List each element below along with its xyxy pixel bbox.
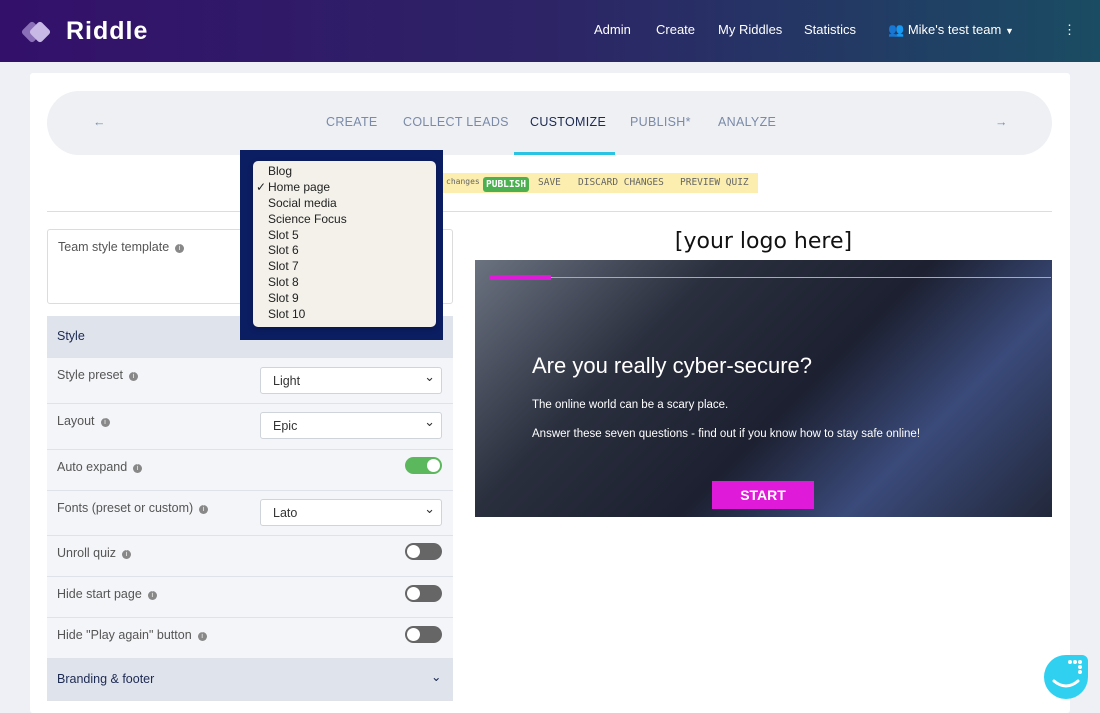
nav-admin[interactable]: Admin (594, 22, 631, 37)
hide-start-label: Hide start page i (57, 587, 157, 601)
quiz-intro-1: The online world can be a scary place. (532, 399, 729, 411)
template-dropdown-menu[interactable]: Blog ✓ Home page Social media Science Foc… (253, 161, 436, 327)
riddle-logo-icon (20, 19, 58, 45)
tab-analyze[interactable]: ANALYZE (718, 115, 776, 129)
logo-placeholder: [your logo here] (674, 229, 853, 254)
info-icon: i (122, 550, 132, 559)
option-blog[interactable]: Blog (253, 164, 436, 180)
caret-down-icon: ▼ (1004, 26, 1014, 36)
option-science-focus[interactable]: Science Focus (253, 212, 436, 228)
next-arrow-icon[interactable]: → (995, 115, 1008, 129)
brand-name: Riddle (66, 17, 149, 45)
info-icon: i (100, 418, 110, 427)
start-button[interactable]: START (712, 481, 814, 509)
option-slot-5[interactable]: Slot 5 (253, 228, 436, 244)
riddle-logo[interactable]: Riddle (20, 17, 149, 46)
save-bar: changes PUBLISH SAVE DISCARD CHANGES PRE… (425, 173, 758, 193)
discard-changes-button[interactable]: DISCARD CHANGES (578, 177, 664, 188)
info-icon: i (133, 464, 143, 473)
quiz-preview: Are you really cyber-secure? The online … (475, 260, 1052, 517)
tab-collect-leads[interactable]: COLLECT LEADS (403, 115, 509, 129)
preview-quiz-button[interactable]: PREVIEW QUIZ (680, 177, 749, 188)
style-preset-label: Style preset i (57, 368, 139, 382)
team-name: Mike's test team (907, 22, 1002, 37)
nav-my-riddles[interactable]: My Riddles (718, 22, 782, 37)
checkmark-icon: ✓ (256, 179, 267, 194)
save-button[interactable]: SAVE (538, 177, 561, 188)
auto-expand-label: Auto expand i (57, 460, 143, 474)
option-home-page[interactable]: ✓ Home page (253, 180, 436, 196)
info-icon: i (147, 591, 157, 600)
tab-publish[interactable]: PUBLISH* (630, 115, 691, 129)
hide-play-again-row: Hide "Play again" button i (47, 618, 453, 659)
info-icon: i (199, 505, 209, 514)
option-slot-10[interactable]: Slot 10 (253, 307, 436, 323)
branding-section-header[interactable]: Branding & footer ⌄ (47, 659, 453, 701)
option-slot-9[interactable]: Slot 9 (253, 291, 436, 307)
progress-bar (489, 275, 551, 280)
layout-label: Layout i (57, 414, 110, 428)
info-icon: i (175, 244, 185, 253)
changes-text: changes (446, 177, 480, 186)
prev-arrow-icon[interactable]: ← (93, 115, 106, 129)
tab-customize[interactable]: CUSTOMIZE (530, 115, 606, 129)
style-preset-select[interactable]: Light (260, 367, 442, 394)
chat-assistant-icon[interactable] (1044, 655, 1088, 699)
more-vertical-icon[interactable]: ⋮ (1063, 22, 1076, 38)
tab-create[interactable]: CREATE (326, 115, 378, 129)
team-icon: 👥 (888, 22, 905, 37)
info-icon: i (129, 372, 139, 381)
quiz-title: Are you really cyber-secure? (532, 353, 813, 378)
option-slot-6[interactable]: Slot 6 (253, 243, 436, 259)
branding-title: Branding & footer (57, 672, 155, 686)
progress-track (551, 277, 1051, 278)
hide-start-row: Hide start page i (47, 577, 453, 618)
fonts-label: Fonts (preset or custom) i (57, 501, 209, 515)
quiz-intro-2: Answer these seven questions - find out … (532, 428, 921, 440)
option-social-media[interactable]: Social media (253, 196, 436, 212)
auto-expand-row: Auto expand i (47, 450, 453, 491)
unroll-label: Unroll quiz i (57, 546, 132, 560)
unroll-quiz-row: Unroll quiz i (47, 536, 453, 577)
option-slot-8[interactable]: Slot 8 (253, 275, 436, 291)
auto-expand-toggle[interactable] (405, 457, 442, 474)
option-slot-7[interactable]: Slot 7 (253, 259, 436, 275)
divider (47, 211, 1052, 212)
team-menu[interactable]: 👥 Mike's test team ▼ (888, 22, 1014, 38)
smile-icon (1052, 660, 1082, 688)
hide-start-toggle[interactable] (405, 585, 442, 602)
chevron-down-icon: ⌄ (431, 670, 442, 684)
info-icon: i (197, 632, 207, 641)
unroll-quiz-toggle[interactable] (405, 543, 442, 560)
fonts-select[interactable]: Lato (260, 499, 442, 526)
hide-play-label: Hide "Play again" button i (57, 628, 207, 642)
active-tab-indicator (514, 152, 615, 155)
layout-select[interactable]: Epic (260, 412, 442, 439)
nav-create[interactable]: Create (656, 22, 695, 37)
top-navbar: Riddle Admin Create My Riddles Statistic… (0, 0, 1100, 62)
step-nav: ← CREATE COLLECT LEADS CUSTOMIZE PUBLISH… (47, 91, 1052, 155)
template-label: Team style template i (58, 240, 185, 254)
nav-statistics[interactable]: Statistics (804, 22, 856, 37)
hide-play-again-toggle[interactable] (405, 626, 442, 643)
style-title: Style (57, 329, 85, 343)
publish-button[interactable]: PUBLISH (483, 177, 530, 192)
